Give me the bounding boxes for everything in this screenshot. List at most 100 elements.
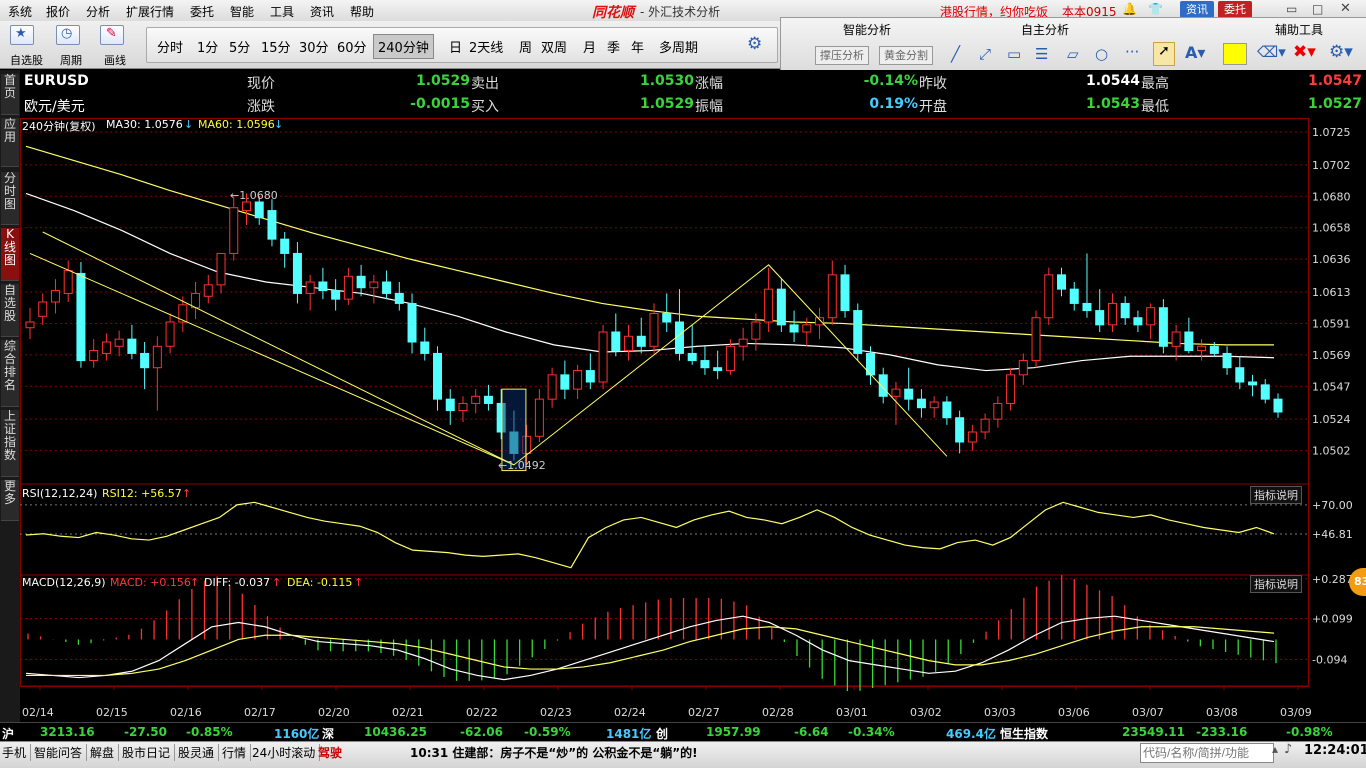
ticker-cy-label[interactable]: 创 <box>656 725 668 742</box>
nav-home[interactable]: 首页 <box>1 74 19 115</box>
trade-button[interactable]: 委托 <box>1218 1 1252 18</box>
smart-analysis-header[interactable]: 智能分析 <box>843 21 891 38</box>
price-tick: 1.0524 <box>1312 413 1351 426</box>
golden-split-button[interactable]: 黄金分割 <box>879 46 933 65</box>
tab-quarter[interactable]: 季 <box>607 37 620 56</box>
bell-icon[interactable]: 🔔 <box>1122 2 1137 16</box>
nav-apps[interactable]: 应用 <box>1 118 19 167</box>
bottom-diary[interactable]: 股市日记 <box>122 744 176 761</box>
candle-body <box>1057 274 1067 290</box>
candle-body <box>789 324 799 333</box>
bottom-stock-tip[interactable]: 股灵通 <box>178 744 220 761</box>
news-headline[interactable]: 10:31 住建部：房子不是“炒”的 公积金不是“躺”的! <box>410 744 698 761</box>
candle-body <box>1248 381 1258 386</box>
rsi-explain-button[interactable]: 指标说明 <box>1250 486 1302 504</box>
tab-30min[interactable]: 30分 <box>299 37 329 56</box>
tab-multi[interactable]: 多周期 <box>659 37 698 56</box>
settings-icon[interactable]: ⚙▾ <box>1329 42 1353 62</box>
candle-body <box>967 431 977 443</box>
news-button[interactable]: 资讯 <box>1180 1 1214 18</box>
ticker-sz-label[interactable]: 深 <box>322 725 334 742</box>
menu-smart[interactable]: 智能 <box>230 3 254 20</box>
menu-info[interactable]: 资讯 <box>310 3 334 20</box>
menu-tools[interactable]: 工具 <box>270 3 294 20</box>
candle-body <box>305 281 315 294</box>
tab-60min[interactable]: 60分 <box>337 37 367 56</box>
delete-icon[interactable]: ✖▾ <box>1293 42 1316 62</box>
draw-label[interactable]: 画线 <box>104 52 126 68</box>
candle-body <box>853 310 863 354</box>
tab-month[interactable]: 月 <box>583 37 596 56</box>
clock: 12:24:01 <box>1304 743 1366 758</box>
tab-240min[interactable]: 240分钟 <box>373 34 434 59</box>
nav-watchlist[interactable]: 自选股 <box>1 284 19 337</box>
rect-tool-icon[interactable]: ▭ <box>1007 45 1021 63</box>
tab-day[interactable]: 日 <box>449 37 462 56</box>
period-label[interactable]: 周期 <box>60 52 82 68</box>
bottom-tag[interactable]: 驾驶 <box>318 744 342 761</box>
close-icon[interactable]: ✕ <box>1340 1 1351 16</box>
minimize-icon[interactable]: ▭ <box>1286 2 1297 16</box>
nav-intraday[interactable]: 分时图 <box>1 172 19 225</box>
eraser-icon[interactable]: ⌫▾ <box>1257 43 1286 61</box>
channel-tool-icon[interactable]: ☰ <box>1035 45 1048 63</box>
parallel-tool-icon[interactable]: ▱ <box>1067 45 1079 63</box>
more-tools-icon[interactable]: ··· <box>1125 43 1139 61</box>
volume-icon[interactable]: ♪ <box>1284 742 1292 757</box>
nav-kline[interactable]: K线图 <box>1 228 19 281</box>
menu-trade[interactable]: 委托 <box>190 3 214 20</box>
macd-explain-button[interactable]: 指标说明 <box>1250 575 1302 593</box>
ticker-sh-label[interactable]: 沪 <box>2 725 14 742</box>
select-stock-label[interactable]: 自选股 <box>10 52 43 68</box>
tab-biweek[interactable]: 双周 <box>541 37 567 56</box>
bottom-24h[interactable]: 24小时滚动 <box>252 744 321 761</box>
tab-15min[interactable]: 15分 <box>261 37 291 56</box>
tab-year[interactable]: 年 <box>631 37 644 56</box>
nav-ranking[interactable]: 综合排名 <box>1 340 19 407</box>
text-tool-icon[interactable]: A▾ <box>1185 43 1205 62</box>
menu-analysis[interactable]: 分析 <box>86 3 110 20</box>
candle-body <box>815 317 825 326</box>
search-dropdown-icon[interactable]: ▴ <box>1272 742 1278 756</box>
tab-5min[interactable]: 5分 <box>229 37 250 56</box>
restore-icon[interactable]: □ <box>1312 2 1323 16</box>
period-icon[interactable]: ◷ <box>56 25 80 45</box>
menu-system[interactable]: 系统 <box>8 3 32 20</box>
self-analysis-header[interactable]: 自主分析 <box>1021 21 1069 38</box>
nav-more[interactable]: 更多 <box>1 480 19 521</box>
bottom-qa[interactable]: 智能问答 <box>34 744 88 761</box>
search-input[interactable] <box>1140 743 1274 763</box>
color-picker-icon[interactable] <box>1223 43 1247 65</box>
candle-body <box>152 345 162 369</box>
menu-quote[interactable]: 报价 <box>46 3 70 20</box>
menu-help[interactable]: 帮助 <box>350 3 374 20</box>
shirt-icon[interactable]: 👕 <box>1148 2 1163 16</box>
pressure-analysis-button[interactable]: 撑压分析 <box>815 46 869 65</box>
aux-tools-header[interactable]: 辅助工具 <box>1275 21 1323 38</box>
cursor-icon[interactable]: ➚ <box>1153 42 1175 66</box>
tab-week[interactable]: 周 <box>519 37 532 56</box>
gear-icon[interactable]: ⚙ <box>747 34 762 54</box>
bottom-analysis[interactable]: 解盘 <box>90 744 120 761</box>
tab-1min[interactable]: 1分 <box>197 37 218 56</box>
left-nav: 首页 应用 分时图 K线图 自选股 综合排名 上证指数 更多 <box>0 70 20 740</box>
kline-chart[interactable]: 1.0725 1.0702 1.0680 1.0658 1.0636 1.0613 1.05… <box>20 118 1366 722</box>
candle-body <box>229 207 239 254</box>
star-icon[interactable]: ★ <box>10 25 34 45</box>
nav-intraday-label: 分时图 <box>3 171 16 211</box>
ticker-hsi-label[interactable]: 恒生指数 <box>1000 725 1048 742</box>
bottom-market[interactable]: 行情 <box>222 744 252 761</box>
bottom-mobile[interactable]: 手机 <box>2 744 32 761</box>
tab-intraday[interactable]: 分时 <box>157 37 183 56</box>
pencil-icon[interactable]: ✎ <box>100 25 124 45</box>
line-tool-icon[interactable]: ╱ <box>951 45 960 63</box>
value-prev-close: 1.0544 <box>1085 73 1140 89</box>
ticker-sz-change: -62.06 <box>460 725 503 739</box>
candle-body <box>1107 302 1117 326</box>
ellipse-tool-icon[interactable]: ○ <box>1095 45 1108 63</box>
ticker-hsi-change: -233.16 <box>1196 725 1248 739</box>
arrow-line-icon[interactable]: ⤢ <box>979 45 991 63</box>
menu-extended[interactable]: 扩展行情 <box>126 3 174 20</box>
nav-shindex[interactable]: 上证指数 <box>1 410 19 477</box>
tab-2day[interactable]: 2天线 <box>469 37 503 56</box>
